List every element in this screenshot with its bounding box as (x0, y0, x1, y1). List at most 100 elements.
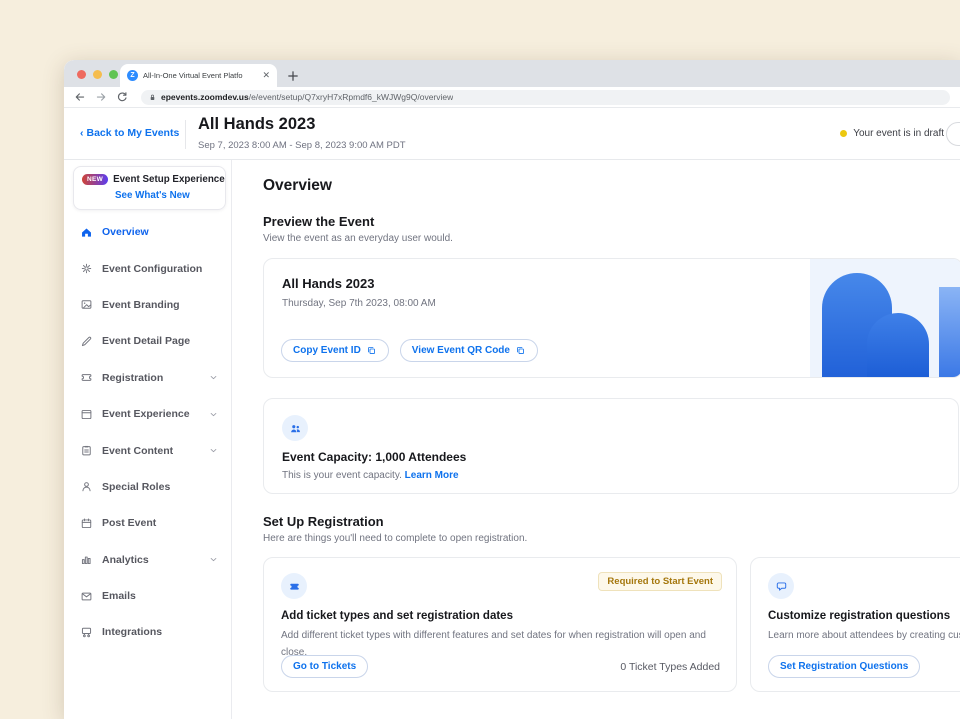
preview-event-title: All Hands 2023 (282, 276, 375, 291)
preview-section: Preview the Event View the event as an e… (263, 214, 960, 378)
sidebar-item-emails[interactable]: Emails (64, 578, 231, 614)
tab-close-icon[interactable]: ✕ (262, 70, 270, 81)
sidebar-item-special-roles[interactable]: Special Roles (64, 469, 231, 505)
event-header: ‹ Back to My Events All Hands 2023 Sep 7… (64, 108, 960, 160)
sidebar-item-event-configuration[interactable]: Event Configuration (64, 250, 231, 286)
header-divider (185, 120, 186, 149)
pencil-icon (80, 335, 93, 348)
sidebar-item-event-experience[interactable]: Event Experience (64, 396, 231, 432)
window-controls (77, 70, 118, 79)
sidebar-item-analytics[interactable]: Analytics (64, 542, 231, 578)
mail-icon (80, 590, 93, 603)
gear-icon (80, 262, 93, 275)
minimize-window-button[interactable] (93, 70, 102, 79)
calendar-icon (80, 517, 93, 530)
forward-button[interactable] (95, 91, 107, 103)
bar-chart-icon (80, 553, 93, 566)
ticket-icon (281, 573, 307, 599)
questions-card-title: Customize registration questions (768, 610, 960, 622)
capacity-description: This is your event capacity. Learn More (282, 470, 940, 481)
new-badge: NEW (82, 174, 108, 185)
back-link-label: Back to My Events (87, 127, 180, 139)
setup-experience-title: Event Setup Experience (113, 174, 225, 185)
sidebar-item-registration[interactable]: Registration (64, 360, 231, 396)
sidebar-item-event-branding[interactable]: Event Branding (64, 287, 231, 323)
sidebar-item-event-content[interactable]: Event Content (64, 432, 231, 468)
registration-description: Here are things you'll need to complete … (263, 533, 960, 544)
event-capacity-card: Event Capacity: 1,000 Attendees This is … (263, 398, 959, 494)
chevron-down-icon (208, 554, 219, 565)
see-whats-new-link[interactable]: See What's New (115, 190, 217, 201)
draft-dot-icon (840, 130, 847, 137)
sidebar-item-integrations[interactable]: Integrations (64, 614, 231, 650)
zoom-window-button[interactable] (109, 70, 118, 79)
cover-strip-shape (939, 287, 960, 377)
chevron-down-icon (208, 372, 219, 383)
registration-questions-card: Customize registration questions Learn m… (750, 557, 960, 692)
ticket-types-count: 0 Ticket Types Added (620, 661, 720, 673)
capacity-title: Event Capacity: 1,000 Attendees (282, 450, 940, 464)
sidebar: NEW Event Setup Experience See What's Ne… (64, 160, 232, 719)
browser-window: Z All-In-One Virtual Event Platfo ✕ epev… (64, 60, 960, 719)
learn-more-link[interactable]: Learn More (405, 470, 459, 481)
back-chevron-icon: ‹ (80, 127, 84, 139)
clipboard-icon (80, 444, 93, 457)
sidebar-item-overview[interactable]: Overview (64, 214, 231, 250)
new-tab-button[interactable] (286, 69, 300, 83)
close-window-button[interactable] (77, 70, 86, 79)
cover-arch-shape (867, 313, 929, 377)
registration-heading: Set Up Registration (263, 514, 960, 529)
header-action-button-cut[interactable] (946, 122, 960, 146)
sidebar-item-post-event[interactable]: Post Event (64, 505, 231, 541)
back-to-events-link[interactable]: ‹ Back to My Events (80, 127, 179, 139)
attendees-icon (282, 415, 308, 441)
view-qr-code-button[interactable]: View Event QR Code (400, 339, 538, 362)
back-button[interactable] (74, 91, 86, 103)
preview-description: View the event as an everyday user would… (263, 233, 960, 244)
copy-icon (366, 345, 377, 356)
chat-icon (768, 573, 794, 599)
layout-icon (80, 408, 93, 421)
questions-card-description: Learn more about attendees by creating c… (768, 628, 960, 645)
image-icon (80, 298, 93, 311)
copy-event-id-button[interactable]: Copy Event ID (281, 339, 389, 362)
go-to-tickets-button[interactable]: Go to Tickets (281, 655, 368, 678)
set-registration-questions-button[interactable]: Set Registration Questions (768, 655, 920, 678)
browser-tab[interactable]: Z All-In-One Virtual Event Platfo ✕ (120, 64, 277, 87)
sidebar-nav: Overview Event Configuration Event Brand… (64, 214, 231, 651)
address-bar[interactable]: epevents.zoomdev.us/e/event/setup/Q7xryH… (141, 90, 950, 105)
draft-status: Your event is in draft (840, 128, 944, 139)
set-registration-questions-label: Set Registration Questions (780, 661, 908, 672)
browser-tab-bar: Z All-In-One Virtual Event Platfo ✕ (64, 60, 960, 87)
event-dates: Sep 7, 2023 8:00 AM - Sep 8, 2023 9:00 A… (198, 140, 406, 151)
integrations-icon (80, 626, 93, 639)
copy-icon (515, 345, 526, 356)
desktop: Z All-In-One Virtual Event Platfo ✕ epev… (0, 0, 960, 719)
go-to-tickets-label: Go to Tickets (293, 661, 356, 672)
capacity-description-text: This is your event capacity. (282, 470, 402, 481)
browser-toolbar: epevents.zoomdev.us/e/event/setup/Q7xryH… (64, 87, 960, 108)
lock-icon (148, 93, 157, 102)
copy-event-id-label: Copy Event ID (293, 345, 361, 356)
home-icon (80, 226, 93, 239)
sidebar-item-event-detail-page[interactable]: Event Detail Page (64, 323, 231, 359)
event-title: All Hands 2023 (198, 115, 315, 134)
ticket-icon (80, 371, 93, 384)
zoom-favicon-icon: Z (127, 70, 138, 81)
ticket-card-title: Add ticket types and set registration da… (281, 610, 719, 622)
page-title: Overview (263, 177, 960, 195)
ticket-types-card: Required to Start Event Add ticket types… (263, 557, 737, 692)
preview-event-datetime: Thursday, Sep 7th 2023, 08:00 AM (282, 298, 436, 309)
main-content: Overview Preview the Event View the even… (232, 160, 960, 719)
url-text: epevents.zoomdev.us/e/event/setup/Q7xryH… (161, 92, 453, 102)
draft-status-label: Your event is in draft (853, 128, 944, 139)
view-qr-code-label: View Event QR Code (412, 345, 510, 356)
chevron-down-icon (208, 445, 219, 456)
required-badge: Required to Start Event (598, 572, 722, 591)
event-preview-card: All Hands 2023 Thursday, Sep 7th 2023, 0… (263, 258, 960, 378)
registration-section: Set Up Registration Here are things you'… (263, 514, 960, 692)
url-domain: epevents.zoomdev.us (161, 92, 249, 102)
reload-button[interactable] (116, 91, 128, 103)
person-icon (80, 480, 93, 493)
event-cover-art (810, 259, 960, 377)
